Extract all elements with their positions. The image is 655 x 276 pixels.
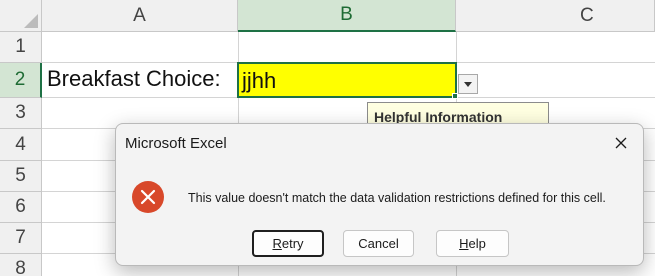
row-header-label: 7 xyxy=(15,227,26,248)
row-header-4[interactable]: 4 xyxy=(0,129,42,161)
cancel-label: Cancel xyxy=(358,236,399,251)
error-dialog: Microsoft Excel This value doesn't match… xyxy=(115,123,644,266)
row-header-label: 8 xyxy=(15,258,26,276)
column-header-label: C xyxy=(580,4,594,26)
row-header-7[interactable]: 7 xyxy=(0,223,42,254)
cell-b2-value: jjhh xyxy=(242,68,277,93)
row-header-3[interactable]: 3 xyxy=(0,98,42,129)
cell-a2[interactable]: Breakfast Choice: xyxy=(47,66,221,92)
row-header-8[interactable]: 8 xyxy=(0,254,42,276)
error-icon xyxy=(132,181,164,213)
row-header-label: 3 xyxy=(15,102,26,123)
row-header-2[interactable]: 2 xyxy=(0,63,42,98)
row-header-label: 1 xyxy=(15,36,26,57)
dialog-title: Microsoft Excel xyxy=(125,135,227,152)
column-header-b[interactable]: B xyxy=(238,0,456,32)
help-button[interactable]: Help xyxy=(436,230,509,257)
column-header-a[interactable]: A xyxy=(42,0,238,32)
row-header-label: 5 xyxy=(15,165,26,186)
help-label: elp xyxy=(468,236,486,251)
column-header-label: B xyxy=(340,4,353,25)
row-header-6[interactable]: 6 xyxy=(0,192,42,223)
dialog-close-button[interactable] xyxy=(607,131,635,155)
help-access-key: H xyxy=(459,236,469,251)
close-icon xyxy=(615,137,627,149)
cell-b2-active[interactable]: jjhh xyxy=(237,62,457,98)
chevron-down-icon xyxy=(464,81,472,87)
retry-button[interactable]: Retry xyxy=(252,230,324,257)
row-header-label: 2 xyxy=(14,69,26,90)
dialog-message: This value doesn't match the data valida… xyxy=(188,191,606,205)
retry-access-key: R xyxy=(272,236,282,251)
retry-label: etry xyxy=(281,236,304,251)
row-header-1[interactable]: 1 xyxy=(0,32,42,63)
select-all-triangle-icon xyxy=(24,14,38,28)
row-header-label: 6 xyxy=(15,196,26,217)
cancel-button[interactable]: Cancel xyxy=(343,230,414,257)
select-all-corner[interactable] xyxy=(0,0,42,32)
row-header-5[interactable]: 5 xyxy=(0,161,42,192)
row-header-label: 4 xyxy=(15,133,26,155)
validation-dropdown-button[interactable] xyxy=(458,74,478,94)
column-header-c[interactable]: C xyxy=(456,0,655,32)
column-header-label: A xyxy=(133,4,146,26)
